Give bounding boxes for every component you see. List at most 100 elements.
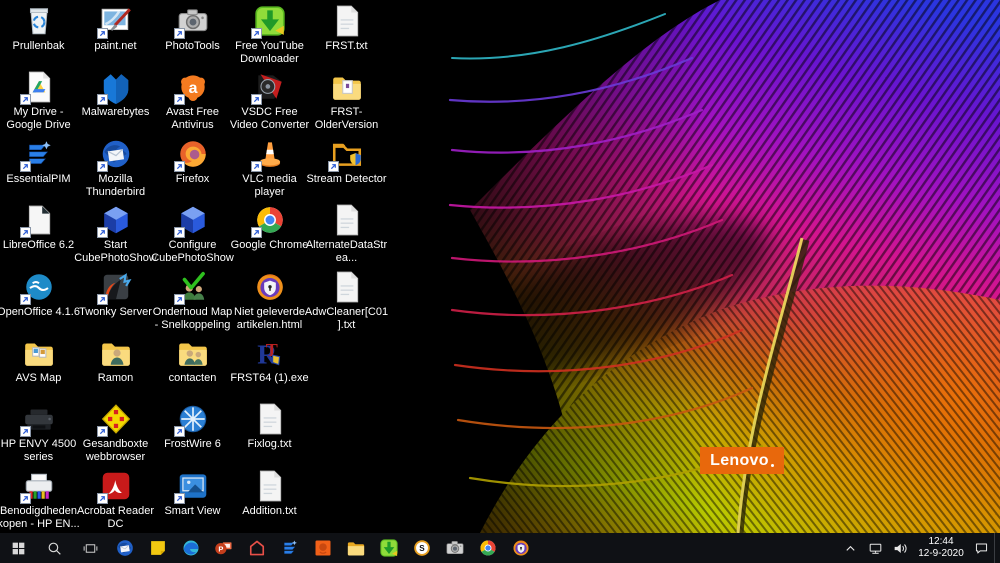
icon-label: FrostWire 6 bbox=[151, 438, 235, 451]
desktop-icon-frostwire-6[interactable]: FrostWire 6 bbox=[154, 399, 231, 465]
icon-label: AdwCleaner[C01].txt bbox=[305, 306, 389, 332]
network-button[interactable] bbox=[863, 533, 888, 563]
desktop-icon-phototools[interactable]: PhotoTools bbox=[154, 1, 231, 67]
show-desktop-button[interactable] bbox=[994, 533, 1000, 563]
icon-label: Addition.txt bbox=[228, 505, 312, 518]
task-view-button[interactable] bbox=[72, 533, 108, 563]
desktop-icon-gesandboxte-webbrowser[interactable]: Gesandboxte webbrowser bbox=[77, 399, 154, 465]
taskbar-app-essentialpim[interactable] bbox=[273, 533, 306, 563]
ing-app-icon bbox=[313, 538, 333, 558]
chevron-up-icon bbox=[842, 540, 859, 557]
desktop-icon-onderhoud-map-snelkoppeling[interactable]: Onderhoud Map - Snelkoppeling bbox=[154, 267, 231, 333]
taskbar-app-microsoft-edge[interactable] bbox=[174, 533, 207, 563]
desktop-icon-adwcleaner-c01-txt[interactable]: AdwCleaner[C01].txt bbox=[308, 267, 385, 333]
icon-label: PhotoTools bbox=[151, 40, 235, 53]
desktop-icon-my-drive-google-drive[interactable]: My Drive - Google Drive bbox=[0, 67, 77, 133]
vsdc-free-video-converter-x32-icon bbox=[253, 70, 287, 104]
taskbar-app-free-youtube-downloader[interactable] bbox=[372, 533, 405, 563]
shortcut-arrow-icon bbox=[20, 493, 31, 504]
desktop-icon-twonky-server[interactable]: Twonky Server bbox=[77, 267, 154, 333]
desktop-icon-frst-olderversion[interactable]: FRST-OlderVersion bbox=[308, 67, 385, 133]
desktop-icon-addition-txt[interactable]: Addition.txt bbox=[231, 466, 308, 532]
shortcut-arrow-icon bbox=[97, 294, 108, 305]
sticky-notes-icon bbox=[148, 538, 168, 558]
shortcut-arrow-icon bbox=[251, 161, 262, 172]
taskbar-app-home-app[interactable] bbox=[240, 533, 273, 563]
benodigdheden-kopen-hp-en-icon bbox=[22, 469, 56, 503]
taskbar-app-powerpoint[interactable]: P bbox=[207, 533, 240, 563]
desktop-icon-mozilla-thunderbird[interactable]: Mozilla Thunderbird bbox=[77, 134, 154, 200]
icon-label: Free YouTube Downloader bbox=[228, 40, 312, 66]
shortcut-arrow-icon bbox=[174, 227, 185, 238]
desktop-icon-free-youtube-downloader[interactable]: Free YouTube Downloader bbox=[231, 1, 308, 67]
search-button[interactable] bbox=[36, 533, 72, 563]
taskbar-app-google-chrome[interactable] bbox=[471, 533, 504, 563]
desktop-icon-google-chrome[interactable]: Google Chrome bbox=[231, 200, 308, 266]
desktop-icon-vlc-media-player[interactable]: VLC media player bbox=[231, 134, 308, 200]
icon-label: Twonky Server bbox=[74, 306, 158, 319]
taskbar-app-sandboxie[interactable]: S bbox=[405, 533, 438, 563]
desktop-icon-hp-envy-4500-series[interactable]: HP ENVY 4500 series bbox=[0, 399, 77, 465]
icon-label: Configure CubePhotoShow bbox=[151, 239, 235, 265]
configure-cubephotoshow-icon bbox=[176, 203, 210, 237]
desktop-icon-alternatedatastrea[interactable]: AlternateDataStrea... bbox=[308, 200, 385, 266]
desktop-icon-firefox[interactable]: Firefox bbox=[154, 134, 231, 200]
action-center-button[interactable] bbox=[969, 533, 994, 563]
taskbar-app-firefox-private[interactable] bbox=[504, 533, 537, 563]
firefox-icon bbox=[176, 137, 210, 171]
phototools-icon bbox=[445, 538, 465, 558]
frst-txt-icon bbox=[330, 4, 364, 38]
start-button[interactable] bbox=[0, 533, 36, 563]
my-drive-google-drive-icon bbox=[22, 70, 56, 104]
desktop-icon-niet-geleverde-artikelen-html[interactable]: Niet geleverde artikelen.html bbox=[231, 267, 308, 333]
desktop-icon-start-cubephotoshow[interactable]: Start CubePhotoShow bbox=[77, 200, 154, 266]
desktop-icon-grid: Prullenbakpaint.netPhotoToolsFree YouTub… bbox=[0, 1, 385, 532]
desktop-icon-ramon[interactable]: Ramon bbox=[77, 333, 154, 399]
desktop-icon-openoffice-4-1-6[interactable]: OpenOffice 4.1.6 bbox=[0, 267, 77, 333]
shortcut-arrow-icon bbox=[97, 161, 108, 172]
frst64-1-exe-icon: RT bbox=[253, 336, 287, 370]
free-youtube-downloader-icon bbox=[253, 4, 287, 38]
desktop-icon-frst-txt[interactable]: FRST.txt bbox=[308, 1, 385, 67]
desktop-icon-malwarebytes[interactable]: Malwarebytes bbox=[77, 67, 154, 133]
desktop-icon-vsdc-free-video-converter-x32[interactable]: VSDC Free Video Converter x32 bbox=[231, 67, 308, 133]
desktop-icon-configure-cubephotoshow[interactable]: Configure CubePhotoShow bbox=[154, 200, 231, 266]
desktop-icon-smart-view[interactable]: Smart View bbox=[154, 466, 231, 532]
vlc-media-player-icon bbox=[253, 137, 287, 171]
shortcut-arrow-icon bbox=[20, 227, 31, 238]
desktop-icon-stream-detector[interactable]: Stream Detector bbox=[308, 134, 385, 200]
desktop-icon-paint-net[interactable]: paint.net bbox=[77, 1, 154, 67]
tray-overflow-button[interactable] bbox=[838, 533, 863, 563]
prullenbak-icon bbox=[22, 4, 56, 38]
desktop-screen: Lenovo Prullenbakpaint.netPhotoToolsFree… bbox=[0, 0, 1000, 563]
desktop-icon-benodigdheden-kopen-hp-en[interactable]: Benodigdheden kopen - HP EN... bbox=[0, 466, 77, 532]
firefox-private-icon bbox=[511, 538, 531, 558]
taskbar-app-sticky-notes[interactable] bbox=[141, 533, 174, 563]
google-chrome-icon bbox=[478, 538, 498, 558]
desktop-icon-libreoffice-6-2[interactable]: LibreOffice 6.2 bbox=[0, 200, 77, 266]
icon-label: contacten bbox=[151, 372, 235, 385]
clock[interactable]: 12:44 12-9-2020 bbox=[913, 536, 969, 560]
desktop-icon-prullenbak[interactable]: Prullenbak bbox=[0, 1, 77, 67]
taskbar-app-phototools[interactable] bbox=[438, 533, 471, 563]
volume-button[interactable] bbox=[888, 533, 913, 563]
desktop-icon-fixlog-txt[interactable]: Fixlog.txt bbox=[231, 399, 308, 465]
desktop-icon-avast-free-antivirus[interactable]: aAvast Free Antivirus bbox=[154, 67, 231, 133]
smart-view-icon bbox=[176, 469, 210, 503]
alternatedatastrea-icon bbox=[330, 203, 364, 237]
desktop-icon-avs-map[interactable]: AVS Map bbox=[0, 333, 77, 399]
desktop-icon-essentialpim[interactable]: EssentialPIM bbox=[0, 134, 77, 200]
clock-date: 12-9-2020 bbox=[913, 548, 969, 560]
shortcut-arrow-icon bbox=[174, 294, 185, 305]
shortcut-arrow-icon bbox=[174, 28, 185, 39]
google-chrome-icon bbox=[253, 203, 287, 237]
shortcut-arrow-icon bbox=[174, 426, 185, 437]
icon-label: Fixlog.txt bbox=[228, 438, 312, 451]
desktop-icon-frst64-1-exe[interactable]: RTFRST64 (1).exe bbox=[231, 333, 308, 399]
taskbar-app-ing-app[interactable] bbox=[306, 533, 339, 563]
microsoft-edge-icon bbox=[181, 538, 201, 558]
taskbar-app-mozilla-thunderbird[interactable] bbox=[108, 533, 141, 563]
taskbar-app-file-explorer[interactable] bbox=[339, 533, 372, 563]
desktop-icon-acrobat-reader-dc[interactable]: Acrobat Reader DC bbox=[77, 466, 154, 532]
desktop-icon-contacten[interactable]: contacten bbox=[154, 333, 231, 399]
